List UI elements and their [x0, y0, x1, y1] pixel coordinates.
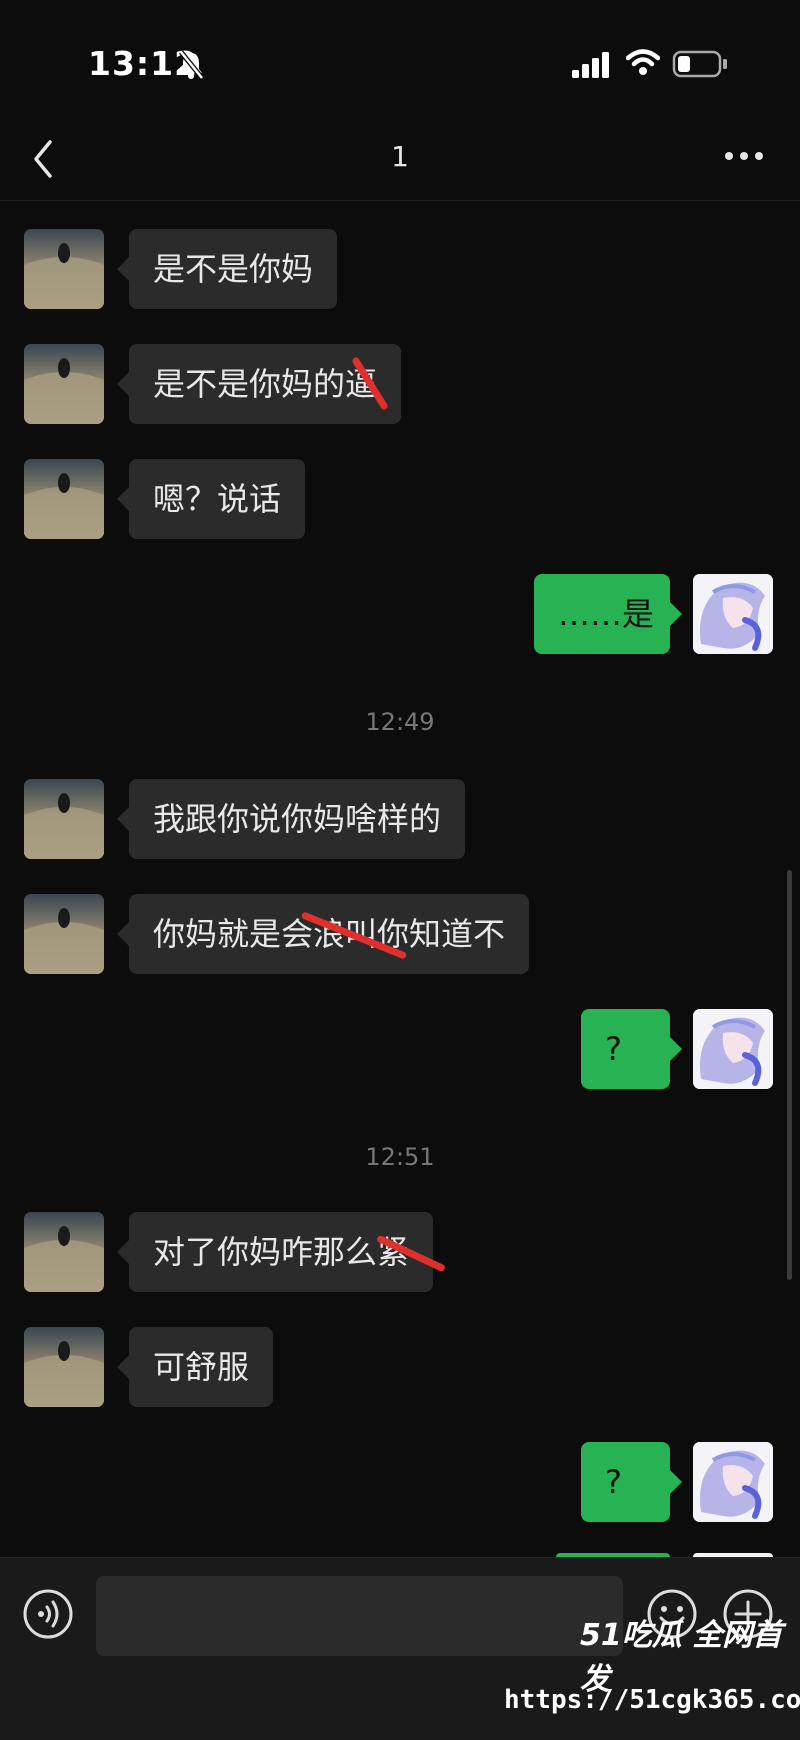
user-avatar[interactable]	[693, 1442, 773, 1522]
message-bubble: 可舒服	[116, 1327, 274, 1407]
bell-slash-icon	[179, 50, 204, 80]
message-bubble: 对了你妈咋那么紧	[116, 1212, 434, 1292]
contact-avatar[interactable]	[24, 1327, 104, 1407]
scrollbar[interactable]	[787, 870, 792, 1280]
message-bubble: 你妈就是会浪叫你知道不	[116, 894, 530, 974]
contact-avatar[interactable]	[24, 779, 104, 859]
chat-header: 1	[0, 120, 800, 201]
more-icon[interactable]	[724, 150, 764, 162]
contact-avatar[interactable]	[24, 1212, 104, 1292]
wifi-icon	[626, 49, 660, 75]
message-bubble: 我跟你说你妈啥样的	[116, 779, 466, 859]
chat-title: 1	[391, 140, 409, 173]
message-bubble: 嗯？说话	[116, 459, 306, 539]
message-bubble: ?	[581, 1442, 682, 1522]
user-avatar[interactable]	[693, 574, 773, 654]
contact-avatar[interactable]	[24, 344, 104, 424]
message-bubble: 是不是你妈	[116, 229, 338, 309]
status-bar: 13:12	[0, 0, 800, 120]
signal-icon	[572, 52, 609, 78]
message-input[interactable]	[96, 1576, 623, 1656]
watermark-url: https://51cgk365.com	[504, 1685, 800, 1715]
message-bubble: 是不是你妈的逼	[116, 344, 402, 424]
message-timestamp: 12:49	[365, 708, 435, 736]
message-bubble: ?	[581, 1009, 682, 1089]
message-timestamp: 12:51	[365, 1143, 435, 1171]
contact-avatar[interactable]	[24, 229, 104, 309]
battery-icon	[672, 50, 727, 78]
voice-icon[interactable]	[22, 1588, 74, 1640]
contact-avatar[interactable]	[24, 894, 104, 974]
user-avatar[interactable]	[693, 1009, 773, 1089]
contact-avatar[interactable]	[24, 459, 104, 539]
message-bubble: ……是	[534, 574, 682, 654]
